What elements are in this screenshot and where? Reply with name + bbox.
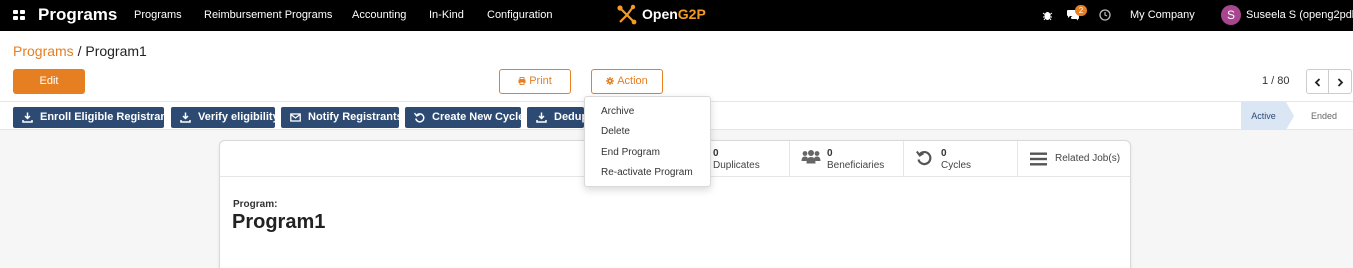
related-jobs-label: Related Job(s) bbox=[1055, 153, 1121, 164]
breadcrumb-current: Program1 bbox=[85, 43, 147, 59]
logo-text-g2p: G2P bbox=[677, 6, 706, 22]
download-icon bbox=[22, 112, 33, 123]
create-new-cycle-button[interactable]: Create New Cycle bbox=[405, 107, 521, 128]
history-icon bbox=[916, 150, 932, 166]
print-button[interactable]: Print bbox=[499, 69, 571, 94]
download-icon bbox=[536, 112, 547, 123]
program-name-title: Program1 bbox=[232, 211, 326, 233]
breadcrumb: Programs / Program1 bbox=[13, 43, 147, 59]
company-switcher[interactable]: My Company bbox=[1130, 9, 1195, 21]
beneficiaries-label: Beneficiaries bbox=[827, 160, 885, 171]
menu-configuration[interactable]: Configuration bbox=[487, 9, 552, 21]
cycles-smart-button[interactable]: 0 Cycles bbox=[903, 141, 1017, 177]
beneficiaries-count: 0 bbox=[827, 148, 833, 159]
print-icon bbox=[518, 77, 526, 86]
clock-icon[interactable] bbox=[1099, 9, 1111, 21]
menu-accounting[interactable]: Accounting bbox=[352, 9, 406, 21]
menu-in-kind[interactable]: In-Kind bbox=[429, 9, 464, 21]
verify-eligibility-button[interactable]: Verify eligibility bbox=[171, 107, 275, 128]
cycles-count: 0 bbox=[941, 148, 947, 159]
user-menu[interactable]: Suseela S (openg2pdb) bbox=[1246, 9, 1353, 21]
pager-previous-button[interactable] bbox=[1306, 69, 1329, 94]
duplicates-label: Duplicates bbox=[713, 160, 760, 171]
action-button[interactable]: Action bbox=[591, 69, 663, 94]
app-title[interactable]: Programs bbox=[38, 5, 117, 25]
related-jobs-smart-button[interactable]: Related Job(s) bbox=[1017, 141, 1130, 177]
action-label: Action bbox=[617, 75, 648, 87]
pager-next-button[interactable] bbox=[1329, 69, 1352, 94]
pager-value[interactable]: 1 / 80 bbox=[1262, 75, 1290, 87]
apps-menu-icon[interactable] bbox=[13, 10, 26, 21]
create-new-cycle-label: Create New Cycle bbox=[432, 111, 521, 123]
menu-item-reactivate-program[interactable]: Re-activate Program bbox=[601, 167, 693, 178]
download-icon bbox=[180, 112, 191, 123]
users-icon bbox=[801, 150, 821, 164]
status-ended[interactable]: Ended bbox=[1298, 102, 1350, 130]
status-active-arrow bbox=[1286, 102, 1294, 130]
dedup-button[interactable]: Dedup bbox=[527, 107, 584, 128]
enroll-eligible-registrants-label: Enroll Eligible Registrants bbox=[40, 111, 164, 123]
beneficiaries-smart-button[interactable]: 0 Beneficiaries bbox=[789, 141, 903, 177]
edit-button[interactable]: Edit bbox=[13, 69, 85, 94]
verify-eligibility-label: Verify eligibility bbox=[198, 111, 275, 123]
print-label: Print bbox=[529, 75, 552, 87]
messages-count-badge: 2 bbox=[1075, 5, 1087, 16]
menu-programs[interactable]: Programs bbox=[134, 9, 182, 21]
notify-registrants-label: Notify Registrants bbox=[308, 111, 399, 123]
menu-item-end-program[interactable]: End Program bbox=[601, 147, 660, 158]
top-navbar: Programs Programs Reimbursement Programs… bbox=[0, 0, 1353, 31]
chevron-right-icon bbox=[1337, 78, 1344, 87]
cycles-label: Cycles bbox=[941, 160, 972, 171]
envelope-icon bbox=[290, 113, 301, 122]
menu-item-delete[interactable]: Delete bbox=[601, 126, 630, 137]
dedup-label: Dedup bbox=[554, 111, 584, 123]
menu-item-archive[interactable]: Archive bbox=[601, 106, 634, 117]
enroll-eligible-registrants-button[interactable]: Enroll Eligible Registrants bbox=[13, 107, 164, 128]
duplicates-count: 0 bbox=[713, 148, 719, 159]
action-dropdown-menu: Archive Delete End Program Re-activate P… bbox=[584, 96, 711, 187]
gear-icon bbox=[606, 77, 615, 86]
program-field-label: Program: bbox=[233, 199, 278, 210]
logo-text-open: Open bbox=[642, 6, 678, 22]
undo-icon bbox=[414, 112, 425, 123]
breadcrumb-separator: / bbox=[73, 43, 86, 59]
menu-reimbursement-programs[interactable]: Reimbursement Programs bbox=[204, 9, 332, 21]
breadcrumb-programs-link[interactable]: Programs bbox=[13, 43, 74, 59]
bug-icon[interactable] bbox=[1042, 9, 1053, 21]
list-icon bbox=[1030, 152, 1047, 166]
openg2p-logo-icon bbox=[617, 4, 637, 25]
openg2p-logo: OpenG2P bbox=[616, 4, 706, 26]
notify-registrants-button[interactable]: Notify Registrants bbox=[281, 107, 399, 128]
status-active[interactable]: Active bbox=[1241, 102, 1286, 130]
user-avatar[interactable]: S bbox=[1221, 5, 1241, 25]
chevron-left-icon bbox=[1314, 78, 1321, 87]
